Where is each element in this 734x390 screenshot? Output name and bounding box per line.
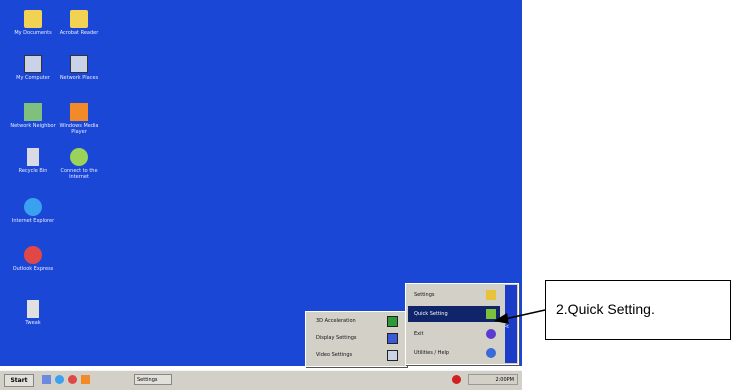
quicklaunch-ie-icon[interactable] xyxy=(55,375,64,384)
desktop-icon-my-computer[interactable]: My Computer xyxy=(10,55,56,81)
quicklaunch-outlook-icon[interactable] xyxy=(68,375,77,384)
taskbar-task-button[interactable]: Settings xyxy=(134,374,172,385)
help-icon xyxy=(486,348,496,358)
desktop-icon-my-documents[interactable]: My Documents xyxy=(10,10,56,36)
menu-brand-strip: ATI xyxy=(505,285,517,363)
desktop-icon-label: My Computer xyxy=(16,75,50,81)
annotation-callout: 2.Quick Setting. xyxy=(545,280,731,340)
menu-item-video-settings[interactable]: Video Settings xyxy=(308,347,404,364)
quicklaunch-desktop-icon[interactable] xyxy=(42,375,51,384)
callout-text: 2.Quick Setting. xyxy=(556,301,655,317)
menu-item-quick-setting[interactable]: Quick Setting xyxy=(408,306,500,322)
folder-icon xyxy=(24,10,42,28)
quicklaunch-media-icon[interactable] xyxy=(81,375,90,384)
desktop: My Documents My Computer Network Neighbo… xyxy=(0,0,522,367)
settings-icon xyxy=(486,290,496,300)
menu-item-label: Quick Setting xyxy=(414,311,448,317)
menu-item-display-settings[interactable]: Display Settings xyxy=(308,330,404,347)
desktop-icon-media-player[interactable]: Windows Media Player xyxy=(56,103,102,135)
desktop-icon-label: Internet Explorer xyxy=(11,218,55,224)
menu-item-label: Video Settings xyxy=(316,352,353,358)
outlook-icon xyxy=(24,246,42,264)
start-button[interactable]: Start xyxy=(4,374,34,387)
menu-item-label: Exit xyxy=(414,331,424,337)
network-icon xyxy=(24,103,42,121)
taskbar: Start Settings 2:00PM xyxy=(0,370,522,390)
menu-item-label: Settings xyxy=(414,292,435,298)
computer-icon xyxy=(24,55,42,73)
computer-icon xyxy=(387,350,398,361)
menu-item-utilities-help[interactable]: Utilities / Help xyxy=(408,345,500,361)
menu-item-exit[interactable]: Exit xyxy=(408,326,500,342)
tool-icon xyxy=(27,300,39,318)
folder-icon xyxy=(70,10,88,28)
desktop-icon-label: Network Neighbor xyxy=(10,123,56,129)
network-icon xyxy=(70,55,88,73)
desktop-icon-label: Acrobat Reader xyxy=(59,30,99,36)
desktop-icon-recycle-bin[interactable]: Recycle Bin xyxy=(10,148,56,174)
desktop-icon-label: My Documents xyxy=(14,30,52,36)
display-submenu: 3D Acceleration Display Settings Video S… xyxy=(305,311,407,367)
quick-setting-icon xyxy=(486,309,496,319)
desktop-icon-tweak[interactable]: Tweak xyxy=(10,300,56,326)
desktop-icon-label: Outlook Express xyxy=(12,266,54,272)
desktop-icon-network-places[interactable]: Network Places xyxy=(56,55,102,81)
desktop-icon-label: Connect to the Internet xyxy=(60,168,98,180)
display-icon xyxy=(387,333,398,344)
menu-item-label: 3D Acceleration xyxy=(316,318,356,324)
desktop-icon-connect-internet[interactable]: Connect to the Internet xyxy=(56,148,102,180)
desktop-icon-internet-explorer[interactable]: Internet Explorer xyxy=(10,198,56,224)
desktop-icon-label: Windows Media Player xyxy=(59,123,99,135)
desktop-icon-acrobat-reader[interactable]: Acrobat Reader xyxy=(56,10,102,36)
monitor-icon xyxy=(387,316,398,327)
desktop-icon-outlook-express[interactable]: Outlook Express xyxy=(10,246,56,272)
ie-icon xyxy=(24,198,42,216)
menu-item-3d-acceleration[interactable]: 3D Acceleration xyxy=(308,313,404,330)
desktop-icon-label: Recycle Bin xyxy=(18,168,48,174)
menu-item-label: Utilities / Help xyxy=(414,350,450,356)
recycle-bin-icon xyxy=(27,148,39,166)
desktop-icon-label: Tweak xyxy=(25,320,41,326)
desktop-icon-label: Network Places xyxy=(59,75,99,81)
tray-ati-icon[interactable] xyxy=(452,375,461,384)
desktop-icon-network-neighbor[interactable]: Network Neighbor xyxy=(10,103,56,129)
internet-icon xyxy=(70,148,88,166)
tray-popup-menu: Settings Quick Setting Exit Utilities / … xyxy=(405,283,519,365)
exit-icon xyxy=(486,329,496,339)
system-tray-clock: 2:00PM xyxy=(468,374,518,385)
menu-item-settings[interactable]: Settings xyxy=(408,287,500,303)
menu-item-label: Display Settings xyxy=(316,335,357,341)
media-player-icon xyxy=(70,103,88,121)
